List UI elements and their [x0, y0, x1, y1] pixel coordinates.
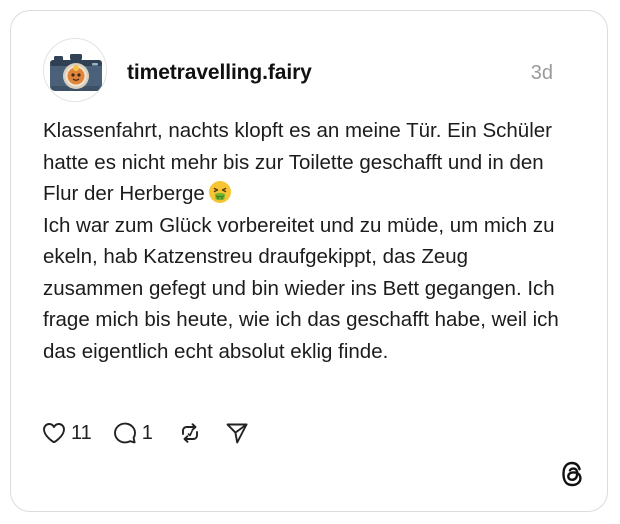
- face-vomiting-icon: [208, 180, 232, 204]
- comment-icon: [113, 422, 136, 444]
- camera-avatar-icon: [44, 39, 106, 101]
- threads-logo-icon: [559, 460, 585, 488]
- post-text: Klassenfahrt, nachts klopft es an meine …: [43, 115, 573, 367]
- reply-button[interactable]: 1: [112, 420, 153, 446]
- post-text-part-1: Klassenfahrt, nachts klopft es an meine …: [43, 119, 552, 205]
- reply-count: 1: [141, 421, 153, 444]
- action-bar: 11 1: [41, 417, 250, 449]
- like-count: 11: [71, 421, 92, 444]
- post-card: timetravelling.fairy 3d Klassenfahrt, na…: [10, 10, 608, 512]
- post-timestamp: 3d: [530, 62, 553, 84]
- repost-button[interactable]: [177, 420, 203, 446]
- avatar[interactable]: [43, 38, 107, 102]
- share-button[interactable]: [224, 420, 250, 446]
- username-link[interactable]: timetravelling.fairy: [127, 61, 312, 85]
- post-text-paragraph-2: Ich war zum Glück vorbereitet und zu müd…: [43, 213, 559, 363]
- send-icon: [226, 423, 248, 444]
- post-text-paragraph-1: Klassenfahrt, nachts klopft es an meine …: [43, 115, 573, 210]
- like-button[interactable]: 11: [41, 420, 92, 446]
- heart-icon: [43, 423, 65, 444]
- repost-icon: [181, 423, 198, 443]
